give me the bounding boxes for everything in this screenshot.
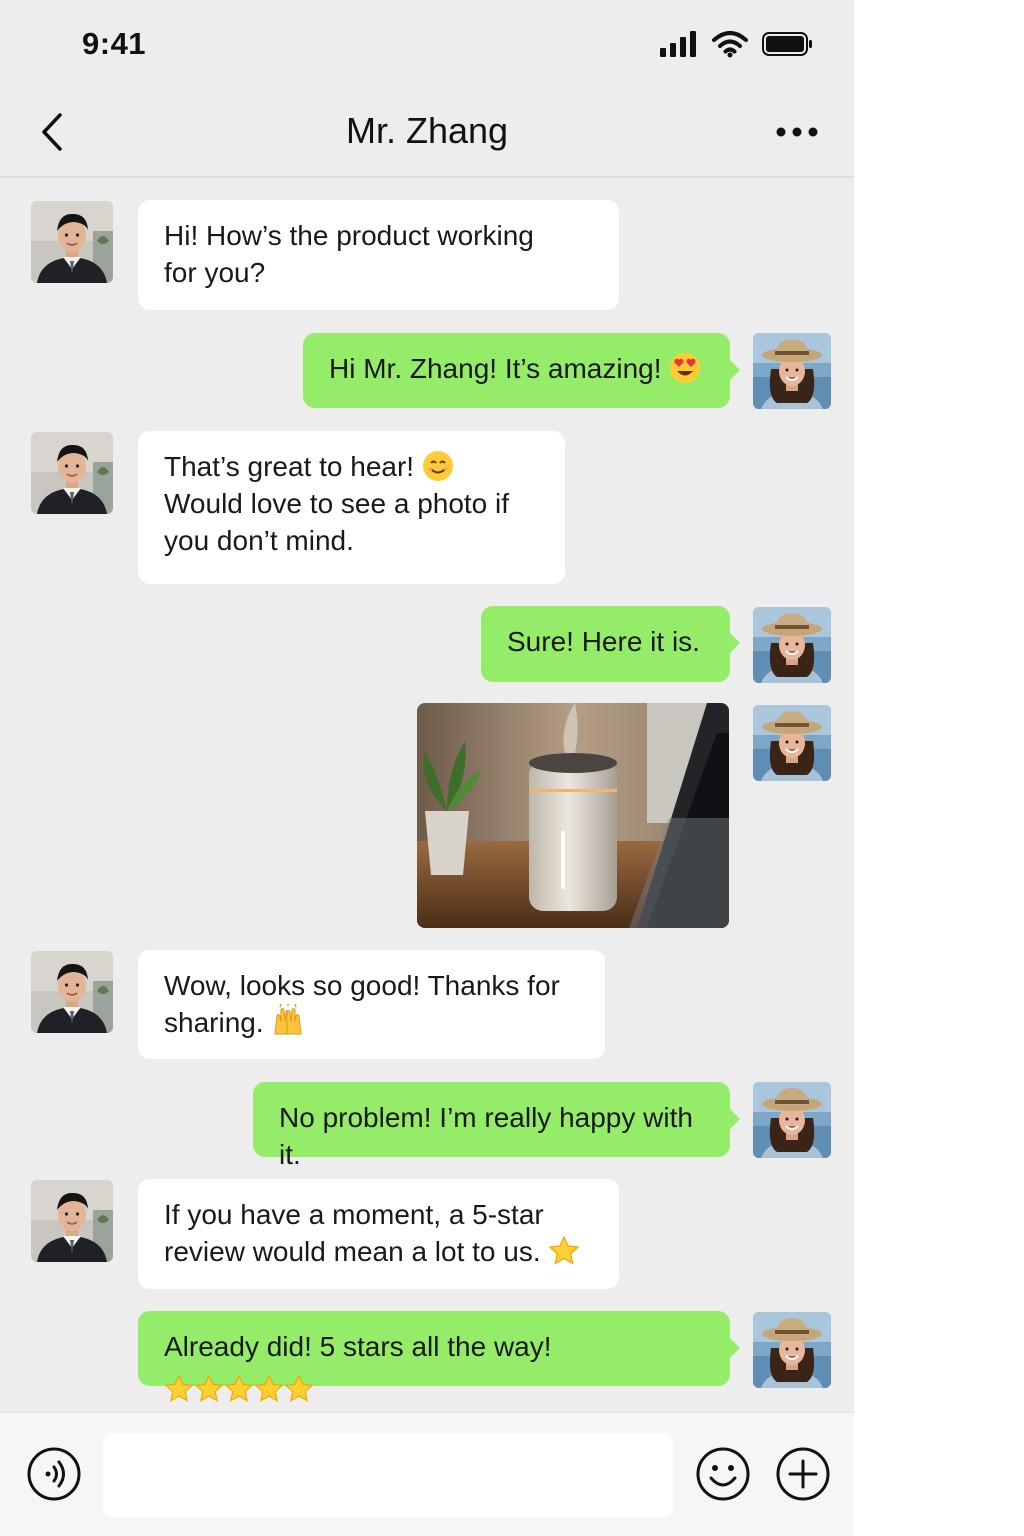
my-avatar[interactable] bbox=[753, 607, 831, 683]
message-bubble-outgoing[interactable]: Sure! Here it is. bbox=[481, 606, 740, 682]
more-functions-button[interactable] bbox=[775, 1446, 831, 1502]
message-text-line: review would mean a lot to us. bbox=[164, 1236, 541, 1267]
navigation-bar: Mr. Zhang bbox=[0, 90, 854, 178]
status-bar: 9:41 bbox=[0, 0, 854, 90]
message-text-line: for you? bbox=[164, 257, 266, 288]
message-text-line: Wow, looks so good! Thanks for bbox=[164, 970, 560, 1001]
contact-avatar[interactable] bbox=[31, 201, 113, 283]
my-avatar[interactable] bbox=[753, 333, 831, 409]
my-avatar[interactable] bbox=[753, 705, 831, 781]
heart-eyes-emoji-icon bbox=[670, 353, 701, 383]
message-text-line: Hi! How’s the product working bbox=[164, 220, 534, 251]
message-bubble-incoming[interactable]: If you have a moment, a 5-star review wo… bbox=[138, 1179, 619, 1289]
my-avatar[interactable] bbox=[753, 1082, 831, 1158]
humidifier-photo[interactable] bbox=[417, 703, 729, 928]
message-bubble-outgoing[interactable]: No problem! I’m really happy with it. bbox=[253, 1082, 740, 1170]
my-avatar[interactable] bbox=[753, 1312, 831, 1388]
more-options-button[interactable] bbox=[774, 114, 820, 150]
star-emoji-icon bbox=[284, 1374, 314, 1404]
message-bubble-incoming[interactable]: Wow, looks so good! Thanks for sharing. bbox=[138, 950, 605, 1059]
message-text: Hi Mr. Zhang! It’s amazing! bbox=[329, 353, 662, 384]
message-text-line: If you have a moment, a 5-star bbox=[164, 1199, 544, 1230]
message-text: No problem! I’m really happy with it. bbox=[279, 1102, 693, 1170]
star-emoji-icon bbox=[254, 1374, 284, 1404]
voice-icon bbox=[27, 1447, 81, 1501]
message-text-line: That’s great to hear! bbox=[164, 451, 415, 482]
message-bubble-outgoing[interactable]: Hi Mr. Zhang! It’s amazing! bbox=[303, 333, 740, 408]
message-text-line: sharing. bbox=[164, 1007, 264, 1038]
raised-hands-emoji-icon bbox=[274, 1004, 302, 1035]
battery-icon bbox=[762, 32, 812, 56]
input-bar bbox=[0, 1412, 854, 1536]
wifi-icon bbox=[712, 31, 748, 58]
contact-avatar[interactable] bbox=[31, 1180, 113, 1262]
voice-button[interactable] bbox=[26, 1446, 82, 1502]
contact-avatar[interactable] bbox=[31, 432, 113, 514]
plus-icon bbox=[776, 1447, 830, 1501]
contact-avatar[interactable] bbox=[31, 951, 113, 1033]
more-dots-icon bbox=[776, 127, 818, 137]
message-bubble-incoming[interactable]: That’s great to hear! Would love to see … bbox=[138, 431, 565, 584]
message-text: Already did! 5 stars all the way! bbox=[164, 1331, 552, 1362]
smiling-face-emoji-icon bbox=[422, 451, 453, 481]
chat-title: Mr. Zhang bbox=[345, 110, 509, 151]
cellular-signal-icon bbox=[660, 31, 696, 57]
emoji-icon bbox=[696, 1447, 750, 1501]
message-text: Sure! Here it is. bbox=[507, 626, 700, 657]
message-bubble-incoming[interactable]: Hi! How’s the product working for you? bbox=[138, 200, 619, 310]
message-input[interactable] bbox=[103, 1433, 673, 1517]
message-text-line: Would love to see a photo if bbox=[164, 488, 510, 519]
chat-screen: 9:41 Mr. Zhang Hi! How’s the product wor… bbox=[0, 0, 854, 1536]
five-stars-rating bbox=[164, 1371, 314, 1408]
message-text-line: you don’t mind. bbox=[164, 525, 354, 556]
message-bubble-outgoing[interactable]: Already did! 5 stars all the way! bbox=[138, 1311, 740, 1386]
star-emoji-icon bbox=[224, 1374, 254, 1404]
star-emoji-icon bbox=[164, 1374, 194, 1404]
star-emoji-icon bbox=[548, 1235, 580, 1267]
emoji-button[interactable] bbox=[695, 1446, 751, 1502]
status-icons bbox=[660, 30, 814, 58]
status-time: 9:41 bbox=[82, 26, 147, 61]
star-emoji-icon bbox=[194, 1374, 224, 1404]
